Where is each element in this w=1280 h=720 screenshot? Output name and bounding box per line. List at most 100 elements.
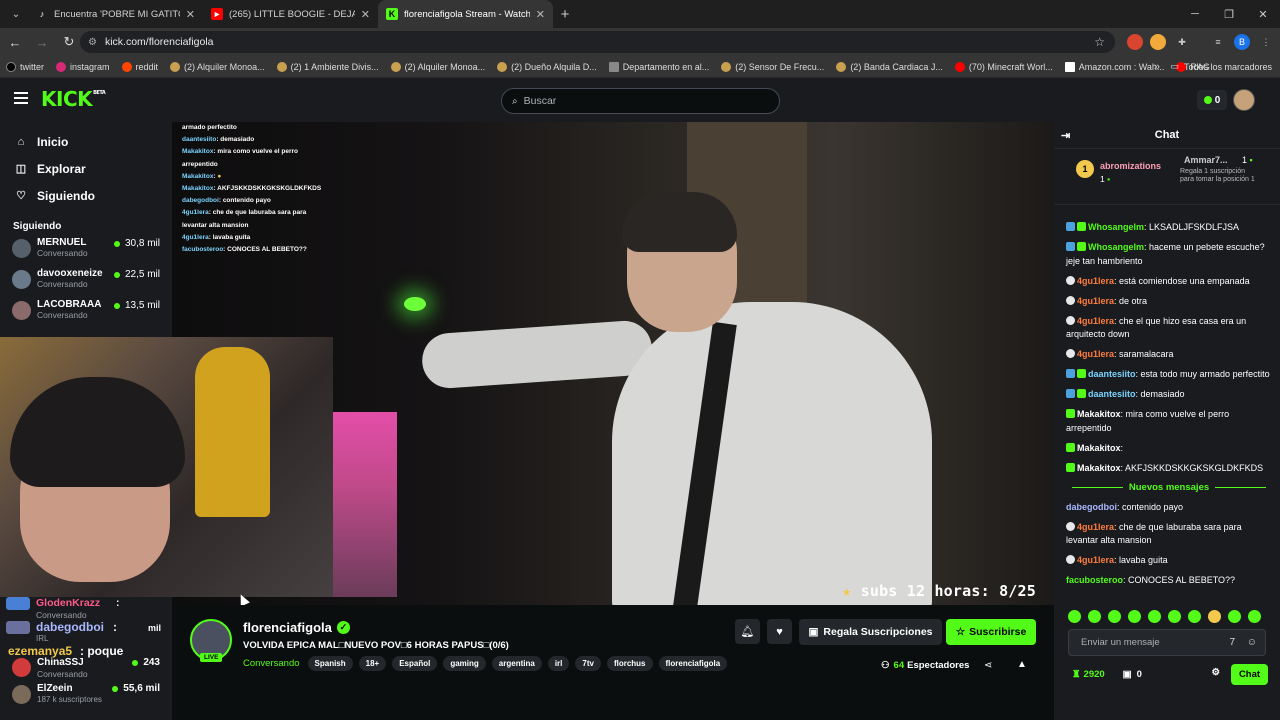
sidebar-item-explorar[interactable]: ◫ Explorar <box>0 155 172 182</box>
bookmark-item[interactable]: (2) Alquiler Monoa... <box>390 61 485 72</box>
emote-icon[interactable] <box>1228 610 1241 623</box>
profile-avatar[interactable]: B <box>1234 34 1250 50</box>
tag[interactable]: gaming <box>443 656 486 671</box>
all-bookmarks-button[interactable]: ▭ Todos los marcadores <box>1170 61 1272 72</box>
emote-icon[interactable] <box>1168 610 1181 623</box>
media-icon[interactable]: ≡ <box>1210 34 1226 50</box>
kick-logo[interactable]: KICKBETA <box>41 87 106 111</box>
search-input[interactable]: ⌕ Buscar <box>501 88 780 114</box>
streamer-name[interactable]: florenciafigola ✓ <box>243 620 350 635</box>
collapse-chat-icon[interactable]: ⇥ <box>1061 129 1070 142</box>
list-item[interactable]: ChinaSSJ Conversando 243 <box>0 655 172 681</box>
followed-channel[interactable]: davooxeneize Conversando 22,5 mil <box>0 265 172 294</box>
chat-username[interactable]: dabegodboi <box>1066 502 1117 512</box>
top-gifter-name[interactable]: abromizations <box>1100 161 1161 171</box>
new-messages-divider[interactable]: Nuevos mensajes <box>1066 482 1272 493</box>
close-tab-icon[interactable]: ✕ <box>361 8 370 21</box>
menu-icon[interactable]: ⋮ <box>1258 34 1274 50</box>
chat-username[interactable]: 4gu1lera <box>1077 316 1114 326</box>
bookmark-item[interactable]: twitter <box>6 61 44 72</box>
chat-username[interactable]: 4gu1lera <box>1077 555 1114 565</box>
notifications-button[interactable]: 🔔︎ <box>735 619 760 644</box>
extension-icon[interactable] <box>1127 34 1143 50</box>
chat-username[interactable]: 4gu1lera <box>1077 522 1114 532</box>
chat-username[interactable]: Whosangelm <box>1088 222 1144 232</box>
back-icon[interactable]: ← <box>3 35 27 50</box>
tag[interactable]: Spanish <box>307 656 353 671</box>
follow-button[interactable]: ♥ <box>767 619 792 644</box>
tag[interactable]: florenciafigola <box>658 656 728 671</box>
close-tab-icon[interactable]: ✕ <box>536 8 545 21</box>
chat-input[interactable]: Enviar un mensaje ☺ 7 <box>1068 629 1266 656</box>
emote-icon[interactable] <box>1248 610 1261 623</box>
browser-tab-0[interactable]: ♪ Encuentra 'POBRE MI GATITO' en ✕ <box>28 0 203 28</box>
bookmark-item[interactable]: reddit <box>121 61 158 72</box>
bookmark-item[interactable]: (2) Banda Cardiaca J... <box>836 61 943 72</box>
bookmark-item[interactable]: instagram <box>56 61 110 72</box>
new-tab-button[interactable]: + <box>553 6 577 23</box>
chat-username[interactable]: 4gu1lera <box>1077 296 1114 306</box>
puzzle-icon[interactable]: ✚ <box>1174 34 1190 50</box>
chat-username[interactable]: Makakitox <box>1077 409 1121 419</box>
bookmark-item[interactable]: (2) Dueño Alquila D... <box>497 61 597 72</box>
chat-username[interactable]: daantesiito <box>1088 369 1136 379</box>
more-bookmarks-icon[interactable]: » <box>1154 61 1160 73</box>
bookmark-star-icon[interactable]: ☆ <box>1094 35 1105 49</box>
chat-username[interactable]: daantesiito <box>1088 389 1136 399</box>
sidebar-item-inicio[interactable]: ⌂ Inicio <box>0 128 172 155</box>
gift-subs-button[interactable]: ▣ Regala Suscripciones <box>799 619 942 645</box>
chat-username[interactable]: Makakitox <box>1077 443 1121 453</box>
user-avatar[interactable] <box>1233 89 1255 111</box>
bookmark-item[interactable]: (70) Minecraft Worl... <box>954 61 1053 72</box>
kicks-balance-button[interactable]: 0 <box>1197 90 1227 110</box>
chat-username[interactable]: 4gu1lera <box>1077 276 1114 286</box>
restore-icon[interactable]: ❐ <box>1212 8 1246 21</box>
tag[interactable]: 18+ <box>358 656 387 671</box>
emote-icon[interactable] <box>1208 610 1221 623</box>
chat-username[interactable]: Makakitox <box>1077 463 1121 473</box>
chat-username[interactable]: Whosangelm <box>1088 242 1144 252</box>
bookmark-item[interactable]: Amazon.com : Wah... <box>1064 61 1164 72</box>
tag[interactable]: Español <box>392 656 438 671</box>
settings-gear-icon[interactable]: ⚙ <box>1211 667 1220 678</box>
extension-icon[interactable] <box>1150 34 1166 50</box>
minimize-icon[interactable]: ─ <box>1178 8 1212 20</box>
emote-icon[interactable] <box>1128 610 1141 623</box>
browser-tab-2[interactable]: K florenciafigola Stream - Watch ✕ <box>378 0 553 28</box>
seventv-icon[interactable]: 7 <box>1229 637 1235 648</box>
emote-icon[interactable] <box>1188 610 1201 623</box>
forward-icon[interactable]: → <box>30 35 54 50</box>
emote-icon[interactable] <box>1108 610 1121 623</box>
emote-icon[interactable] <box>1068 610 1081 623</box>
chat-username[interactable]: facubosteroo <box>1066 575 1123 585</box>
tag[interactable]: florchus <box>606 656 653 671</box>
bookmark-item[interactable]: (2) Alquiler Monoa... <box>170 61 265 72</box>
close-window-icon[interactable]: ✕ <box>1246 8 1280 21</box>
site-info-icon[interactable]: ⚙ <box>88 37 97 48</box>
reload-icon[interactable]: ↻ <box>57 34 81 50</box>
tab-search-icon[interactable]: ⌄ <box>4 4 28 24</box>
emote-icon[interactable] <box>1148 610 1161 623</box>
emoji-icon[interactable]: ☺ <box>1247 637 1257 648</box>
bookmark-item[interactable]: (2) Sensor De Frecu... <box>721 61 824 72</box>
share-icon[interactable]: ⋖ <box>984 660 992 671</box>
followed-channel[interactable]: LACOBRAAA Conversando 13,5 mil <box>0 296 172 325</box>
tag[interactable]: 7tv <box>575 656 601 671</box>
list-item[interactable]: ElZeein 187 k suscriptores 55,6 mil <box>0 683 172 709</box>
report-icon[interactable]: ▲ <box>1017 659 1027 670</box>
emote-icon[interactable] <box>1088 610 1101 623</box>
browser-tab-1[interactable]: ▶ (265) LITTLE BOOGIE - DEJA DE ✕ <box>203 0 378 28</box>
chat-username[interactable]: 4gu1lera <box>1077 349 1114 359</box>
tag[interactable]: irl <box>547 656 570 671</box>
category-link[interactable]: Conversando <box>243 658 300 669</box>
bookmark-item[interactable]: Departamento en al... <box>608 61 709 72</box>
bookmark-item[interactable]: (2) 1 Ambiente Divis... <box>276 61 379 72</box>
url-field[interactable]: ⚙ kick.com/florenciafigola ☆ <box>80 31 1115 53</box>
close-tab-icon[interactable]: ✕ <box>186 8 195 21</box>
subscribe-button[interactable]: ☆ Suscribirse <box>946 619 1036 645</box>
followed-channel[interactable]: MERNUEL Conversando 30,8 mil <box>0 234 172 263</box>
list-item[interactable]: dabegodboi : mil IRL <box>0 620 172 643</box>
hamburger-menu-icon[interactable] <box>14 92 28 104</box>
tag[interactable]: argentina <box>491 656 542 671</box>
send-chat-button[interactable]: Chat <box>1231 664 1268 685</box>
